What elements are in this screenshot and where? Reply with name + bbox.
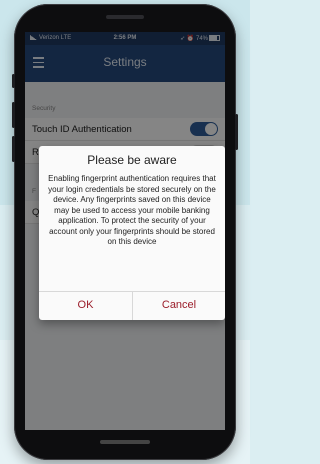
phone-screen: Verizon LTE 2:56 PM ➶ ⏰ 74% Settings Sec… [25,32,225,430]
volume-down-button [12,136,15,162]
mute-switch [12,74,15,88]
alert-dialog: Please be aware Enabling fingerprint aut… [39,146,225,320]
volume-up-button [12,102,15,128]
home-indicator [100,440,150,444]
dialog-message: Enabling fingerprint authentication requ… [48,174,216,246]
dialog-title: Please be aware [87,153,177,167]
earpiece-speaker [106,15,144,19]
power-button [235,114,238,150]
ok-button[interactable]: OK [39,291,132,320]
cancel-button[interactable]: Cancel [132,291,225,320]
